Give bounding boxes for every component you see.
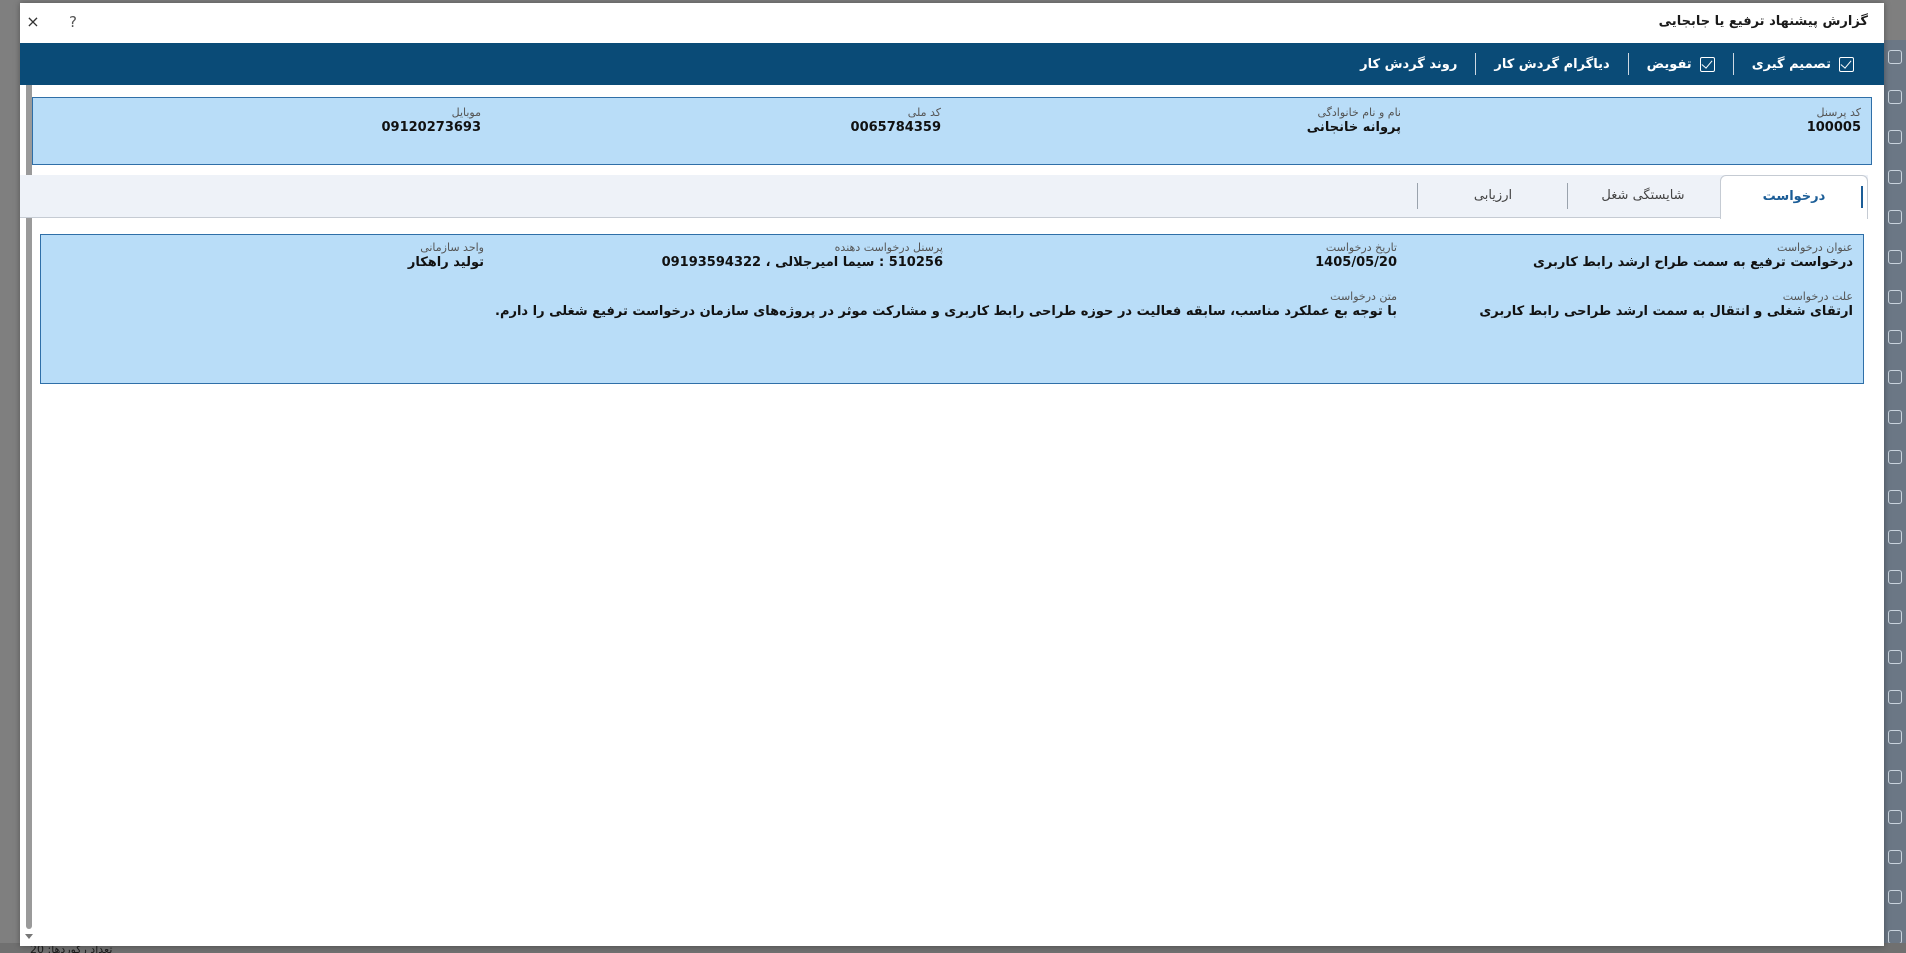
national-id-field: کد ملی 0065784359 (851, 106, 941, 135)
tools-icon[interactable] (1888, 490, 1902, 504)
home-icon[interactable] (1888, 290, 1902, 304)
modal-title: گزارش پیشنهاد ترفیع یا جابجایی (1658, 14, 1868, 29)
workflow-diagram-label: دیاگرام گردش کار (1494, 56, 1610, 72)
org-chart-icon[interactable] (1888, 330, 1902, 344)
tab-request-label: درخواست (1762, 189, 1826, 204)
scroll-down-icon[interactable] (25, 934, 33, 939)
money-icon[interactable] (1888, 850, 1902, 864)
delegate-button[interactable]: تفویض (1629, 53, 1734, 75)
search-icon[interactable] (1888, 50, 1902, 64)
request-reason-label: علت درخواست (1782, 290, 1853, 303)
request-reason-value: ارتقای شغلی و انتقال به سمت ارشد طراحی ر… (1479, 304, 1853, 319)
money-icon[interactable] (1888, 650, 1902, 664)
personnel-code-label: کد پرسنل (1816, 106, 1861, 119)
mobile-label: موبایل (451, 106, 481, 119)
users-icon[interactable] (1888, 90, 1902, 104)
delegate-label: تفویض (1646, 56, 1692, 72)
full-name-field: نام و نام خانوادگی پروانه خانجانی (1307, 106, 1401, 135)
org-unit-value: تولید راهکار (407, 255, 484, 270)
checkbox-icon (1839, 56, 1854, 72)
mail-icon[interactable] (1888, 130, 1902, 144)
org-unit-label: واحد سازمانی (420, 241, 484, 254)
personnel-code-value: 100005 (1806, 120, 1861, 135)
national-id-label: کد ملی (907, 106, 941, 119)
requester-value: 510256 : سیما امیرجلالی ، 09193594322 (661, 255, 943, 270)
money-icon[interactable] (1888, 210, 1902, 224)
bag-icon[interactable] (1888, 530, 1902, 544)
mobile-value: 09120273693 (381, 120, 482, 135)
request-date-field: تاریخ درخواست 1405/05/20 (1315, 241, 1397, 270)
promotion-report-modal: گزارش پیشنهاد ترفیع یا جابجایی ? × تصمیم… (20, 3, 1884, 946)
tab-bar: درخواست شایستگی شغل ارزیابی (20, 175, 1868, 219)
workflow-diagram-button[interactable]: دیاگرام گردش کار (1476, 53, 1629, 75)
request-date-label: تاریخ درخواست (1325, 241, 1397, 254)
national-id-value: 0065784359 (850, 120, 941, 135)
money-icon[interactable] (1888, 450, 1902, 464)
request-title-label: عنوان درخواست (1777, 241, 1853, 254)
close-button[interactable]: × (22, 11, 44, 33)
pen-icon[interactable] (1888, 370, 1902, 384)
request-reason-field: علت درخواست ارتقای شغلی و انتقال به سمت … (1479, 290, 1853, 319)
personnel-info-panel: کد پرسنل 100005 نام و نام خانوادگی پروان… (32, 97, 1872, 165)
workflow-process-label: روند گردش کار (1360, 56, 1458, 72)
personnel-code-field: کد پرسنل 100005 (1807, 106, 1861, 135)
money-icon[interactable] (1888, 730, 1902, 744)
full-name-value: پروانه خانجانی (1306, 120, 1401, 135)
request-details-panel: عنوان درخواست درخواست ترفیع به سمت طراح … (40, 234, 1864, 384)
modal-header: گزارش پیشنهاد ترفیع یا جابجایی ? × (20, 3, 1884, 43)
document-icon[interactable] (1888, 170, 1902, 184)
active-tab-marker (1861, 186, 1863, 208)
card-icon[interactable] (1888, 610, 1902, 624)
full-name-label: نام و نام خانوادگی (1317, 106, 1401, 119)
money-icon[interactable] (1888, 770, 1902, 784)
request-text-value: با توجه بع عملکرد مناسب، سابقه فعالیت در… (495, 304, 1397, 319)
tab-job-competency[interactable]: شایستگی شغل (1568, 175, 1718, 217)
money-icon[interactable] (1888, 810, 1902, 824)
checkbox-icon (1699, 56, 1715, 72)
requester-field: پرسنل درخواست دهنده 510256 : سیما امیرجل… (662, 241, 943, 270)
help-button[interactable]: ? (62, 11, 84, 33)
money-icon[interactable] (1888, 690, 1902, 704)
request-title-value: درخواست ترفیع به سمت طراح ارشد رابط کارب… (1533, 255, 1853, 270)
org-unit-field: واحد سازمانی تولید راهکار (408, 241, 484, 270)
request-text-field: متن درخواست با توجه بع عملکرد مناسب، ساب… (495, 290, 1397, 319)
bus-icon[interactable] (1888, 570, 1902, 584)
requester-label: پرسنل درخواست دهنده (834, 241, 943, 254)
action-toolbar: تصمیم گیری تفویض دیاگرام گردش کار روند گ… (20, 43, 1884, 85)
money-icon[interactable] (1888, 930, 1902, 944)
decision-label: تصمیم گیری (1751, 56, 1831, 72)
mobile-field: موبایل 09120273693 (382, 106, 482, 135)
tab-divider (1417, 183, 1418, 209)
request-title-field: عنوان درخواست درخواست ترفیع به سمت طراح … (1533, 241, 1853, 270)
screen: تعداد رکوردها: 20 گزارش پیشنهاد ترفیع یا… (0, 0, 1906, 953)
money-icon[interactable] (1888, 890, 1902, 904)
workflow-process-button[interactable]: روند گردش کار (1342, 53, 1477, 75)
request-date-value: 1405/05/20 (1315, 255, 1397, 270)
tab-evaluation[interactable]: ارزیابی (1418, 175, 1568, 217)
request-text-label: متن درخواست (1330, 290, 1397, 303)
background-right-rail (1884, 40, 1906, 953)
decision-button[interactable]: تصمیم گیری (1734, 53, 1872, 75)
tab-evaluation-label: ارزیابی (1473, 188, 1513, 203)
time-icon[interactable] (1888, 410, 1902, 424)
money-icon[interactable] (1888, 250, 1902, 264)
tab-request[interactable]: درخواست (1720, 175, 1868, 219)
tab-job-competency-label: شایستگی شغل (1601, 188, 1685, 203)
